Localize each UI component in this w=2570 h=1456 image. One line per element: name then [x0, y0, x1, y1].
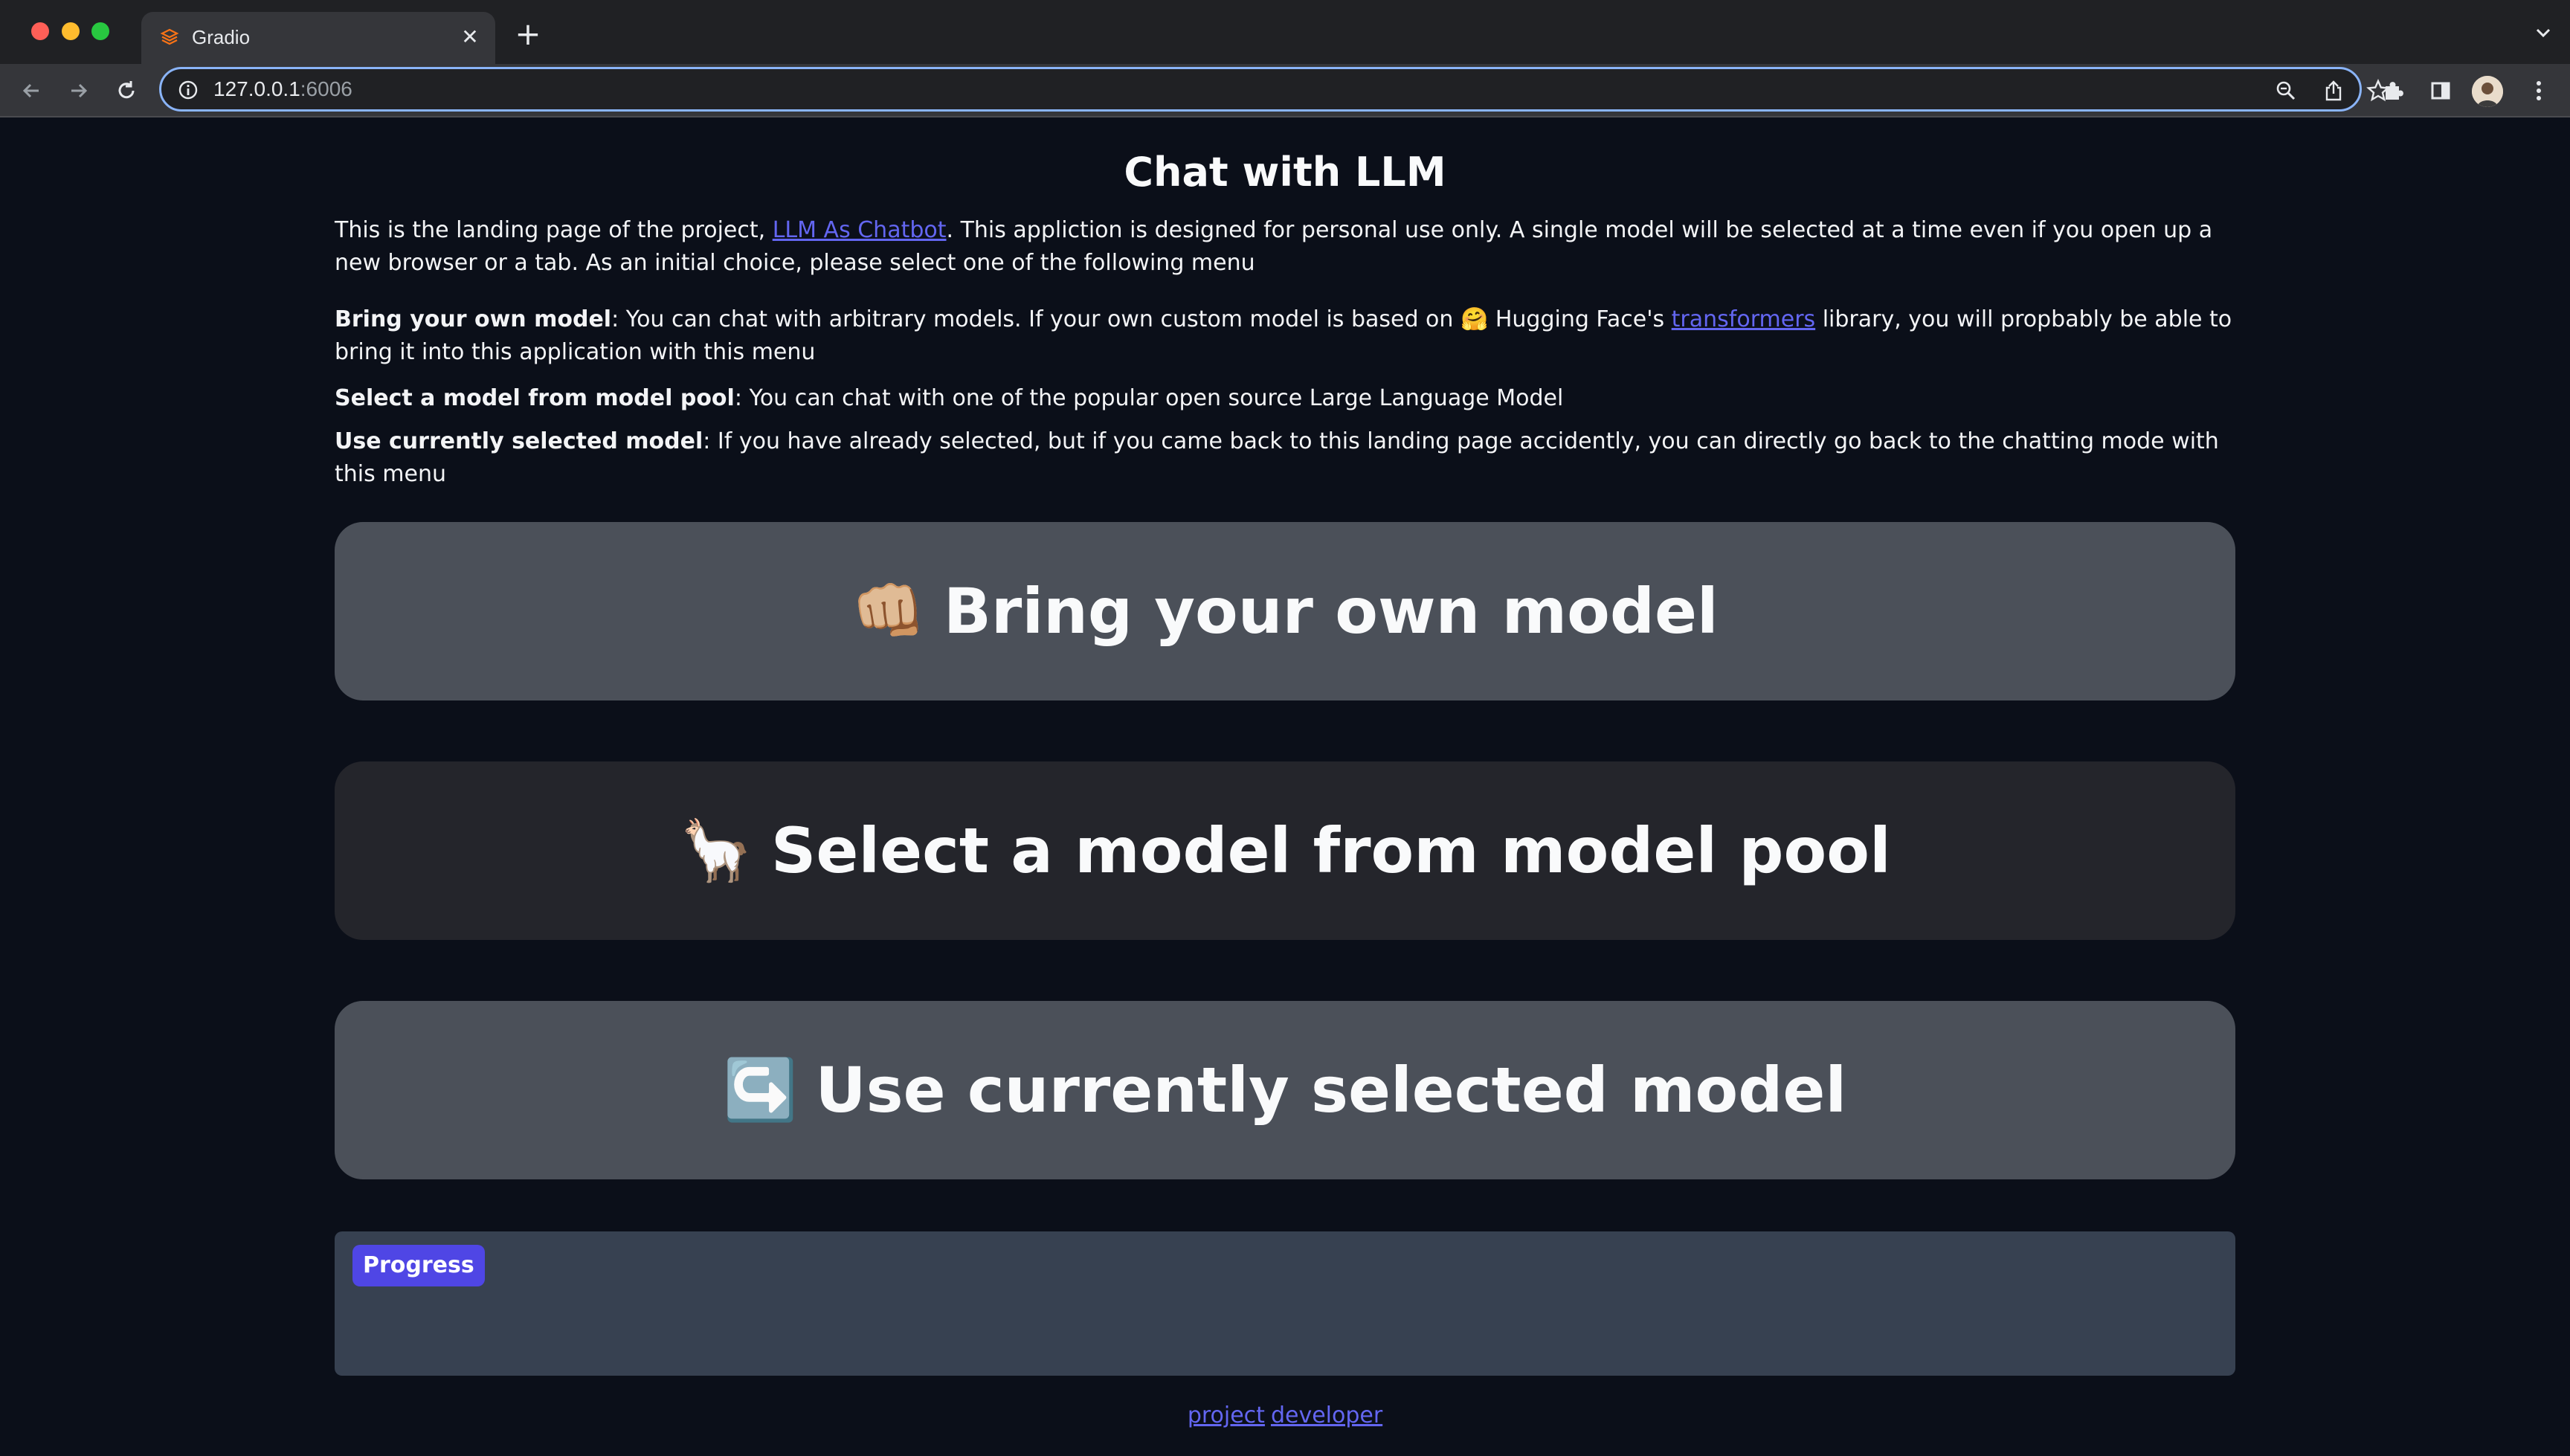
tab-search-chevron-icon[interactable]: [2533, 22, 2554, 43]
back-arrow-icon[interactable]: [15, 74, 48, 107]
reload-icon[interactable]: [110, 74, 143, 107]
return-arrow-icon: ↪️: [723, 1055, 798, 1124]
tab-title: Gradio: [192, 26, 251, 48]
browser-tab-bar: Gradio ✕ +: [0, 0, 2570, 64]
progress-panel: Progress: [335, 1231, 2235, 1376]
page-title: Chat with LLM: [1124, 149, 1446, 196]
footer-links: project developer: [335, 1399, 2235, 1432]
extensions-puzzle-icon[interactable]: [2377, 74, 2409, 107]
pointing-fist-icon: 👊🏼: [851, 576, 926, 645]
browser-toolbar: 127.0.0.1:6006: [0, 64, 2570, 117]
share-icon[interactable]: [2321, 78, 2346, 103]
select-model-pool-label: Select a model from model pool: [770, 814, 1891, 887]
side-panel-icon[interactable]: [2424, 74, 2457, 107]
new-tab-button[interactable]: +: [513, 19, 543, 50]
page-viewport: Chat with LLM This is the landing page o…: [0, 117, 2570, 1456]
intro-paragraph: This is the landing page of the project,…: [335, 217, 2213, 276]
use-current-model-label: Use currently selected model: [815, 1054, 1847, 1127]
zoom-icon[interactable]: [2273, 78, 2299, 103]
address-bar[interactable]: 127.0.0.1:6006: [159, 67, 2390, 112]
use-current-model-button[interactable]: ↪️ Use currently selected model: [335, 1001, 2235, 1179]
browser-menu-kebab-icon[interactable]: [2522, 74, 2555, 107]
bring-own-model-button[interactable]: 👊🏼 Bring your own model: [335, 522, 2235, 700]
project-link[interactable]: project: [1188, 1402, 1265, 1428]
minimize-window-button[interactable]: [62, 22, 80, 40]
gradio-favicon-icon: [159, 27, 180, 48]
progress-label: Progress: [352, 1245, 485, 1286]
close-window-button[interactable]: [31, 22, 49, 40]
llm-as-chatbot-link[interactable]: LLM As Chatbot: [773, 217, 947, 243]
llama-icon: 🦙: [679, 816, 753, 885]
forward-arrow-icon[interactable]: [62, 74, 95, 107]
transformers-link[interactable]: transformers: [1672, 306, 1816, 332]
tab-close-icon[interactable]: ✕: [457, 24, 483, 51]
option-description-current-model: Use currently selected model: If you hav…: [335, 428, 2219, 487]
bring-own-model-label: Bring your own model: [943, 575, 1719, 648]
site-info-icon[interactable]: [178, 80, 199, 100]
option-description-model-pool: Select a model from model pool: You can …: [335, 385, 1564, 411]
profile-avatar[interactable]: [2472, 76, 2503, 107]
select-model-pool-button[interactable]: 🦙 Select a model from model pool: [335, 761, 2235, 940]
url-text: 127.0.0.1:6006: [213, 77, 352, 100]
developer-link[interactable]: developer: [1271, 1402, 1382, 1428]
option-description-bring-own-model: Bring your own model: You can chat with …: [335, 306, 2232, 365]
maximize-window-button[interactable]: [91, 22, 109, 40]
browser-tab[interactable]: Gradio ✕: [141, 12, 495, 64]
